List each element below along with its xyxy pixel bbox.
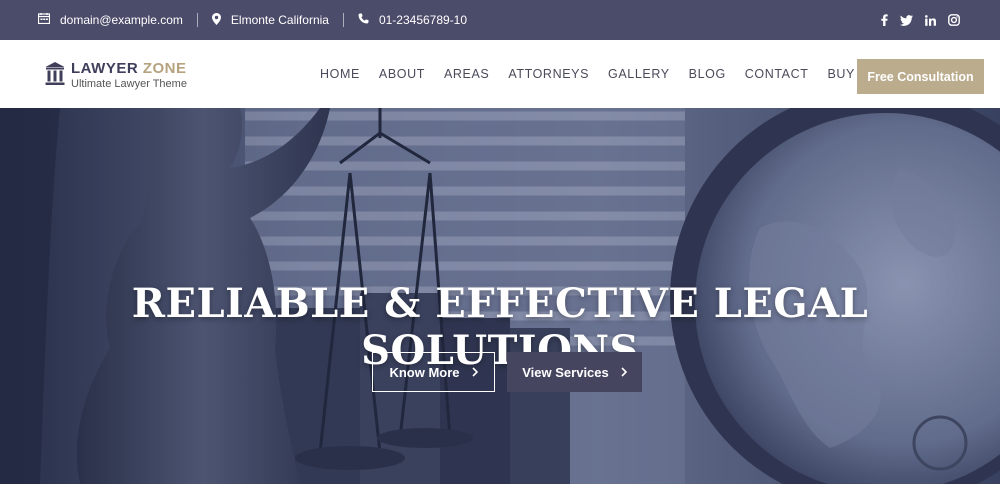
- map-marker-icon: [211, 12, 231, 28]
- linkedin-icon[interactable]: [925, 14, 936, 26]
- hero-banner: RELIABLE & EFFECTIVE LEGAL SOLUTIONS Kno…: [0, 108, 1000, 484]
- email-item[interactable]: domain@example.com: [37, 13, 198, 27]
- location-item: Elmonte California: [211, 12, 344, 28]
- phone-text: 01-23456789-10: [378, 13, 468, 27]
- logo-title: LAWYER ZONE: [71, 60, 187, 77]
- facebook-icon[interactable]: [881, 14, 888, 26]
- main-nav: HOME ABOUT AREAS ATTORNEYS GALLERY BLOG …: [320, 40, 907, 108]
- nav-gallery[interactable]: GALLERY: [608, 67, 670, 81]
- nav-attorneys[interactable]: ATTORNEYS: [508, 67, 589, 81]
- know-more-button[interactable]: Know More: [372, 352, 495, 392]
- nav-contact[interactable]: CONTACT: [745, 67, 809, 81]
- view-services-button[interactable]: View Services: [507, 352, 642, 392]
- chevron-right-icon: [621, 367, 627, 377]
- phone-item[interactable]: 01-23456789-10: [358, 13, 481, 27]
- courthouse-icon: [45, 61, 65, 92]
- logo-name-accent: ZONE: [142, 60, 187, 77]
- location-text: Elmonte California: [230, 13, 329, 27]
- top-bar: domain@example.com Elmonte California 01…: [0, 0, 1000, 40]
- nav-about[interactable]: ABOUT: [379, 67, 425, 81]
- instagram-icon[interactable]: [948, 14, 960, 26]
- free-consultation-button[interactable]: Free Consultation: [857, 59, 984, 94]
- logo-name-main: LAWYER: [71, 60, 143, 77]
- phone-icon: [358, 13, 379, 27]
- email-text: domain@example.com: [60, 13, 183, 27]
- site-header: LAWYER ZONE Ultimate Lawyer Theme HOME A…: [0, 40, 1000, 108]
- hero-title: RELIABLE & EFFECTIVE LEGAL SOLUTIONS: [131, 280, 869, 374]
- nav-areas[interactable]: AREAS: [444, 67, 489, 81]
- know-more-label: Know More: [389, 364, 460, 380]
- social-links: [869, 0, 960, 40]
- envelope-icon: [37, 13, 60, 27]
- logo-text: LAWYER ZONE Ultimate Lawyer Theme: [71, 60, 187, 91]
- twitter-icon[interactable]: [900, 14, 913, 26]
- site-logo[interactable]: LAWYER ZONE Ultimate Lawyer Theme: [45, 60, 187, 92]
- nav-blog[interactable]: BLOG: [689, 67, 726, 81]
- nav-home[interactable]: HOME: [320, 67, 360, 81]
- logo-tagline: Ultimate Lawyer Theme: [71, 78, 187, 90]
- chevron-right-icon: [471, 367, 478, 377]
- contact-info: domain@example.com Elmonte California 01…: [37, 0, 495, 40]
- view-services-label: View Services: [522, 364, 609, 380]
